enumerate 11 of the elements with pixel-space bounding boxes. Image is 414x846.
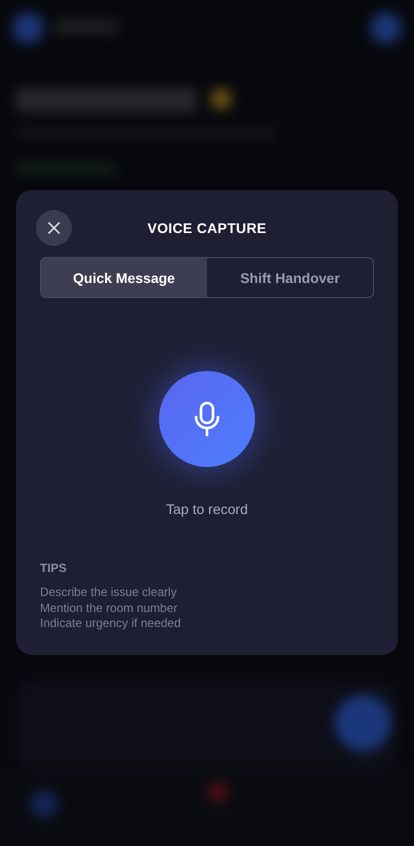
close-button[interactable] xyxy=(36,210,72,246)
record-hint: Tap to record xyxy=(165,501,249,517)
tip-text: Mention the room number xyxy=(40,600,178,616)
tip-text: Indicate urgency if needed xyxy=(40,616,182,632)
microphone-icon xyxy=(193,401,221,437)
mode-tab[interactable]: Shift Handover xyxy=(207,258,373,297)
mode-tab[interactable]: Quick Message xyxy=(41,258,207,297)
tips-heading: TIPS xyxy=(40,561,68,575)
close-icon xyxy=(48,222,60,234)
dialog-title: VOICE CAPTURE xyxy=(147,220,267,236)
tip-text: Describe the issue clearly xyxy=(40,585,178,600)
